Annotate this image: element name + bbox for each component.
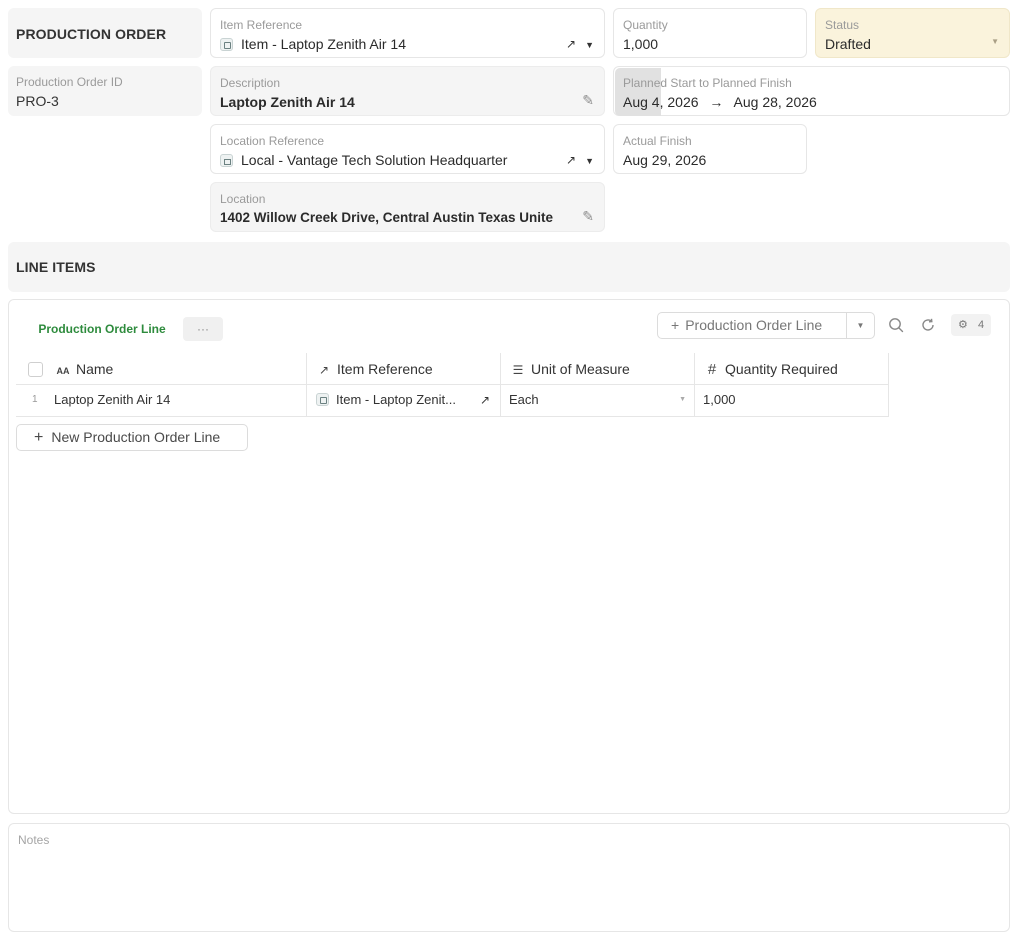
list-icon: ☰	[512, 363, 524, 377]
page-title: PRODUCTION ORDER	[16, 26, 167, 42]
filter-toggle-button[interactable]: ⚙ 4	[951, 314, 991, 336]
sliders-icon: ⚙	[958, 319, 968, 331]
quantity-label: Quantity	[623, 18, 668, 32]
row-item-reference-value: Item - Laptop Zenit...	[336, 392, 456, 407]
quantity-value: 1,000	[623, 36, 659, 52]
plus-icon: +	[34, 429, 44, 446]
quantity-field[interactable]: Quantity 1,000	[613, 8, 807, 58]
column-header-name[interactable]: AA Name	[54, 353, 307, 384]
grid-header-row: AA Name ↗ Item Reference ☰ Unit of Measure …	[16, 353, 889, 385]
arrow-right-icon: →	[709, 94, 724, 110]
search-icon[interactable]	[887, 316, 905, 334]
status-field[interactable]: Status Drafted ▼	[815, 8, 1010, 58]
table-row[interactable]: 1 Laptop Zenith Air 14 Item - Laptop Zen…	[16, 385, 889, 417]
planned-dates-label: Planned Start to Planned Finish	[623, 76, 792, 90]
actual-finish-field[interactable]: Actual Finish Aug 29, 2026	[613, 124, 807, 174]
status-value: Drafted	[825, 36, 871, 52]
chevron-down-icon[interactable]: ▼	[585, 40, 594, 50]
open-link-icon[interactable]: ↗	[566, 37, 576, 51]
description-label: Description	[220, 76, 281, 90]
open-link-icon[interactable]: ↗	[566, 153, 576, 167]
item-cube-icon	[316, 393, 329, 406]
edit-pencil-icon[interactable]: ✎	[582, 208, 594, 225]
column-name-label: Name	[76, 361, 114, 377]
column-header-quantity-required[interactable]: # Quantity Required	[695, 353, 889, 384]
column-quantity-label: Quantity Required	[725, 361, 838, 377]
link-arrow-icon: ↗	[318, 363, 330, 377]
item-reference-field[interactable]: Item Reference Item - Laptop Zenith Air …	[210, 8, 605, 58]
location-value: 1402 Willow Creek Drive, Central Austin …	[220, 210, 553, 225]
row-unit-cell[interactable]: Each ▼	[501, 385, 695, 416]
row-quantity-cell[interactable]: 1,000	[695, 385, 889, 416]
notes-label: Notes	[18, 833, 50, 847]
number-icon: #	[707, 361, 717, 378]
edit-pencil-icon[interactable]: ✎	[582, 92, 594, 109]
planned-dates-field[interactable]: Planned Start to Planned Finish Aug 4, 2…	[613, 66, 1010, 116]
select-all-cell	[16, 353, 46, 384]
actual-finish-label: Actual Finish	[623, 134, 692, 148]
description-field[interactable]: Description Laptop Zenith Air 14 ✎	[210, 66, 605, 116]
plus-icon: +	[671, 317, 680, 333]
tab-more-button[interactable]: ···	[183, 317, 223, 341]
row-item-reference-cell[interactable]: Item - Laptop Zenit... ↗	[307, 385, 501, 416]
chevron-down-icon[interactable]: ▼	[585, 156, 594, 166]
order-id-label: Production Order ID	[16, 75, 123, 89]
row-unit-value: Each	[509, 392, 539, 407]
column-header-item-reference[interactable]: ↗ Item Reference	[307, 353, 501, 384]
description-value: Laptop Zenith Air 14	[220, 94, 355, 110]
location-reference-value: Local - Vantage Tech Solution Headquarte…	[241, 152, 508, 168]
status-label: Status	[825, 18, 860, 32]
add-line-dropdown-button[interactable]: ▼	[846, 312, 875, 339]
row-name-cell[interactable]: Laptop Zenith Air 14	[54, 385, 307, 416]
new-line-label: New Production Order Line	[51, 429, 221, 445]
add-production-order-line-button[interactable]: + Production Order Line	[657, 312, 847, 339]
location-reference-label: Location Reference	[220, 134, 325, 148]
location-reference-field[interactable]: Location Reference Local - Vantage Tech …	[210, 124, 605, 174]
row-index: 1	[32, 394, 38, 405]
building-icon	[220, 154, 233, 167]
tab-production-order-line[interactable]: Production Order Line	[27, 317, 177, 341]
planned-finish-value[interactable]: Aug 28, 2026	[734, 94, 817, 110]
chevron-down-icon[interactable]: ▼	[679, 385, 686, 415]
column-item-reference-label: Item Reference	[337, 361, 433, 377]
text-type-icon: AA	[56, 366, 70, 376]
add-line-label: Production Order Line	[685, 317, 823, 333]
actual-finish-value: Aug 29, 2026	[623, 152, 707, 168]
notes-field[interactable]: Notes	[8, 823, 1010, 932]
location-label: Location	[220, 192, 266, 206]
location-field[interactable]: Location 1402 Willow Creek Drive, Centra…	[210, 182, 605, 232]
item-reference-value: Item - Laptop Zenith Air 14	[241, 36, 406, 52]
line-items-header	[8, 242, 1010, 292]
item-cube-icon	[220, 38, 233, 51]
new-production-order-line-button[interactable]: + New Production Order Line	[16, 424, 248, 451]
select-all-checkbox[interactable]	[28, 362, 43, 377]
refresh-icon[interactable]	[919, 316, 937, 334]
line-items-title: LINE ITEMS	[16, 259, 96, 275]
planned-start-value[interactable]: Aug 4, 2026	[623, 94, 699, 110]
column-unit-label: Unit of Measure	[531, 361, 630, 377]
status-chevron-icon[interactable]: ▼	[991, 37, 999, 46]
column-header-unit-of-measure[interactable]: ☰ Unit of Measure	[501, 353, 695, 384]
filter-count: 4	[978, 319, 985, 331]
item-reference-label: Item Reference	[220, 18, 303, 32]
open-link-icon[interactable]: ↗	[480, 385, 490, 415]
order-id-value: PRO-3	[16, 93, 59, 109]
